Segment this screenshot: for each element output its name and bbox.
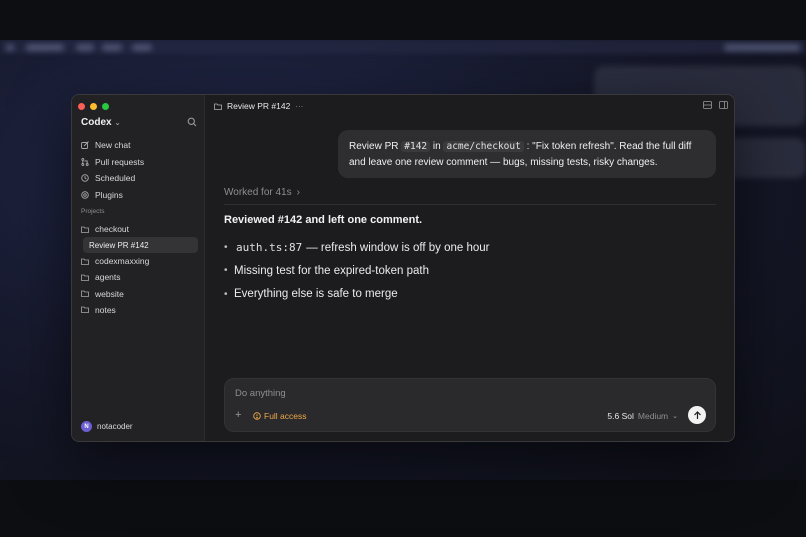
message-text: Review PR — [349, 141, 402, 152]
project-item-agents[interactable]: agents — [81, 269, 199, 285]
project-item-website[interactable]: website — [81, 286, 199, 302]
bullet-icon: • — [224, 288, 228, 300]
panel-toggles — [703, 101, 728, 109]
app-window: Codex ⌄ New chat Pull requests Scheduled… — [71, 94, 735, 442]
list-item-text: Everything else is safe to merge — [234, 288, 398, 301]
user-profile[interactable]: N notacoder — [81, 421, 133, 432]
folder-icon — [81, 226, 89, 233]
list-item: • Missing test for the expired-token pat… — [224, 259, 694, 282]
model-name: 5.6 Sol — [607, 411, 634, 421]
sidebar-nav: New chat Pull requests Scheduled Plugins — [81, 137, 199, 203]
sidebar-item-new-chat[interactable]: New chat — [81, 137, 199, 154]
add-attachment-button[interactable]: + — [235, 409, 241, 421]
chevron-down-icon: ⌄ — [672, 413, 678, 420]
project-label: agents — [95, 272, 121, 283]
avatar: N — [81, 421, 92, 432]
send-button[interactable] — [688, 406, 706, 424]
window-controls — [78, 103, 109, 110]
sidebar-item-pull-requests[interactable]: Pull requests — [81, 154, 199, 171]
sidebar-item-plugins[interactable]: Plugins — [81, 187, 199, 204]
sidebar-item-label: Plugins — [95, 189, 123, 200]
folder-icon — [81, 258, 89, 265]
composer: + Full access 5.6 Sol Medium ⌄ — [224, 378, 716, 432]
arrow-up-icon — [693, 410, 701, 419]
project-label: website — [95, 288, 124, 299]
chevron-right-icon: › — [296, 187, 300, 198]
folder-icon — [214, 103, 222, 110]
sidebar-item-label: New chat — [95, 140, 131, 151]
sidebar-item-scheduled[interactable]: Scheduled — [81, 170, 199, 187]
project-label: notes — [95, 304, 116, 315]
close-window-button[interactable] — [78, 103, 85, 110]
sidebar-item-label: Pull requests — [95, 156, 145, 167]
folder-icon — [81, 290, 89, 298]
chevron-down-icon: ⌄ — [114, 119, 121, 127]
list-item-text: Missing test for the expired-token path — [234, 264, 429, 277]
minimize-window-button[interactable] — [90, 103, 97, 110]
repo-name-code: acme/checkout — [443, 141, 524, 152]
message-text: in — [430, 141, 444, 152]
maximize-window-button[interactable] — [102, 103, 109, 110]
sidebar: Codex ⌄ New chat Pull requests Scheduled… — [72, 95, 205, 441]
search-icon[interactable] — [187, 117, 197, 127]
bullet-icon: • — [224, 265, 228, 277]
project-item-notes[interactable]: notes — [81, 302, 199, 318]
file-ref-code: auth.ts:87 — [236, 241, 303, 255]
thread-header: Review PR #142 ··· — [205, 95, 734, 117]
clock-icon — [81, 174, 89, 182]
app-name: Codex — [81, 117, 112, 128]
effort-level: Medium — [637, 411, 669, 421]
user-message-bubble: Review PR #142 in acme/checkout : "Fix t… — [338, 130, 716, 178]
divider — [224, 204, 716, 205]
side-panel-icon[interactable] — [719, 101, 728, 109]
projects-heading: Projects — [81, 208, 105, 215]
more-options-button[interactable]: ··· — [295, 102, 303, 111]
access-mode-button[interactable]: Full access — [253, 411, 307, 421]
project-item-codexmaxxing[interactable]: codexmaxxing — [81, 253, 199, 269]
plugin-icon — [81, 191, 89, 199]
folder-icon — [81, 274, 89, 281]
sidebar-item-label: Scheduled — [95, 173, 136, 184]
project-list: checkout Review PR #142 codexmaxxing age… — [81, 221, 199, 318]
model-selector[interactable]: 5.6 Sol Medium ⌄ — [607, 411, 678, 421]
prompt-input[interactable] — [235, 388, 635, 399]
list-item-text: — refresh window is off by one hour — [306, 241, 490, 254]
response-heading: Reviewed #142 and left one comment. — [224, 214, 423, 226]
terminal-panel-icon[interactable] — [703, 101, 712, 109]
thread-title: Review PR #142 — [227, 101, 291, 111]
list-item: • Everything else is safe to merge — [224, 283, 694, 306]
response-list: • auth.ts:87 — refresh window is off by … — [224, 236, 694, 306]
bullet-icon: • — [224, 242, 228, 254]
project-item-checkout[interactable]: checkout — [81, 221, 199, 237]
thread-item-review-pr-142[interactable]: Review PR #142 — [83, 237, 198, 254]
worked-label: Worked for 41s — [224, 187, 292, 198]
project-label: checkout — [95, 224, 130, 235]
pr-number-code: #142 — [401, 141, 431, 152]
worked-for-toggle[interactable]: Worked for 41s › — [224, 187, 300, 198]
folder-icon — [81, 306, 89, 314]
access-label: Full access — [264, 411, 307, 421]
username: notacoder — [97, 422, 133, 431]
app-switcher[interactable]: Codex ⌄ — [81, 117, 120, 128]
project-label: codexmaxxing — [95, 256, 150, 267]
new-chat-icon — [81, 141, 89, 150]
list-item: • auth.ts:87 — refresh window is off by … — [224, 236, 694, 259]
shield-icon — [253, 412, 261, 420]
thread-label: Review PR #142 — [89, 240, 149, 250]
pull-request-icon — [81, 157, 89, 166]
main-panel: Review PR #142 ··· Review PR #142 in acm… — [205, 95, 734, 441]
